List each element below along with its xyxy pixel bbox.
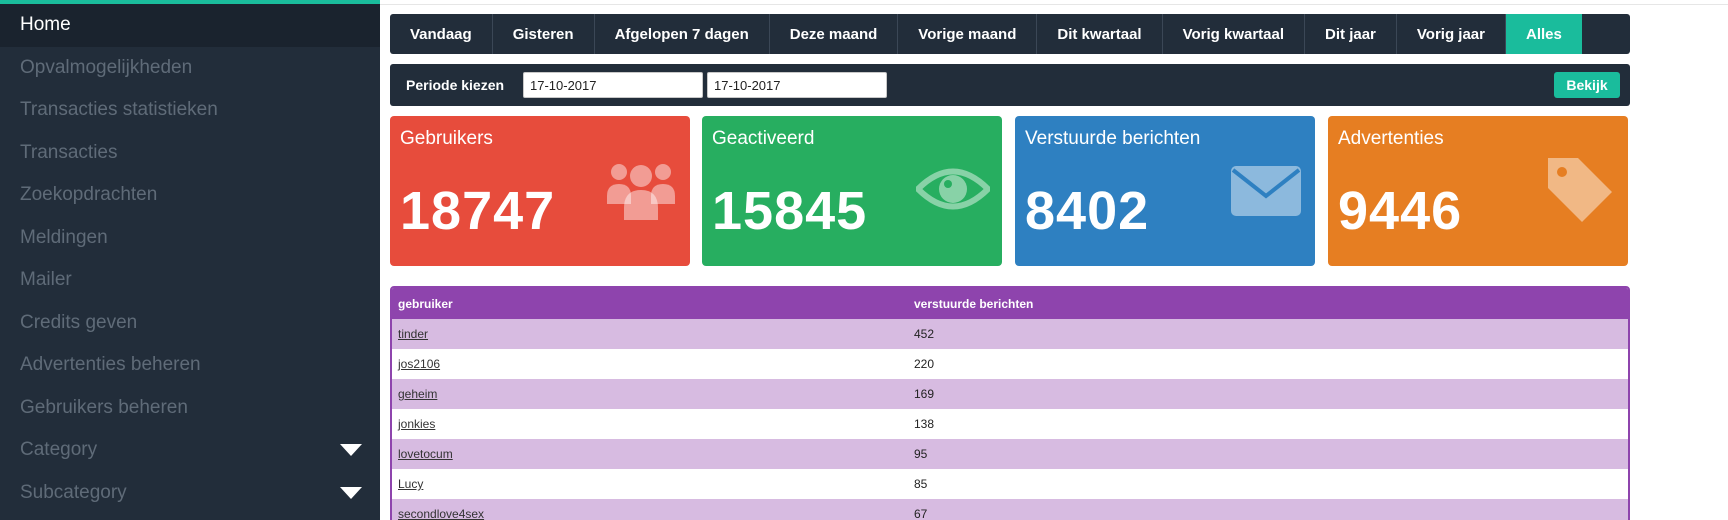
stat-card-gebruikers: Gebruikers 18747 — [390, 116, 690, 266]
top-divider — [380, 4, 1728, 5]
tab-afgelopen-7-dagen[interactable]: Afgelopen 7 dagen — [595, 14, 770, 54]
sidebar-item-mailer[interactable]: Mailer — [0, 259, 380, 302]
column-header-gebruiker: gebruiker — [398, 296, 453, 311]
eye-icon — [916, 168, 990, 210]
sidebar-item-home[interactable]: Home — [0, 4, 380, 47]
user-link[interactable]: jos2106 — [398, 357, 440, 371]
sidebar-item-label: Credits geven — [20, 311, 138, 333]
sidebar-item-label: Zoekopdrachten — [20, 184, 158, 206]
sidebar-item-category[interactable]: Category — [0, 429, 380, 472]
card-title: Verstuurde berichten — [1025, 128, 1201, 149]
table-row: tinder 452 — [392, 319, 1628, 349]
user-link[interactable]: lovetocum — [398, 447, 453, 461]
sidebar-item-label: Home — [20, 14, 71, 36]
table-row: jonkies 138 — [392, 409, 1628, 439]
stat-cards: Gebruikers 18747 Geactiveerd 15845 Verst… — [390, 116, 1630, 266]
tab-vorig-kwartaal[interactable]: Vorig kwartaal — [1163, 14, 1306, 54]
table-cell: 138 — [914, 417, 935, 431]
sidebar-item-label: Transacties statistieken — [20, 99, 218, 121]
sidebar-item-opvalmogelijkheden[interactable]: Opvalmogelijkheden — [0, 47, 380, 90]
tab-dit-jaar[interactable]: Dit jaar — [1305, 14, 1397, 54]
tab-gisteren[interactable]: Gisteren — [493, 14, 595, 54]
card-value: 15845 — [712, 181, 868, 241]
card-value: 18747 — [400, 181, 556, 241]
table-cell: jos2106 — [392, 357, 914, 371]
sidebar-item-label: Transacties — [20, 141, 118, 163]
table-cell: 85 — [914, 477, 928, 491]
table-row: Lucy 85 — [392, 469, 1628, 499]
table-cell: Lucy — [392, 477, 914, 491]
tab-vorige-maand[interactable]: Vorige maand — [898, 14, 1038, 54]
stat-card-geactiveerd: Geactiveerd 15845 — [702, 116, 1002, 266]
user-link[interactable]: geheim — [398, 387, 437, 401]
sidebar-item-label: Gebruikers beheren — [20, 396, 188, 418]
sidebar-item-gebruikers-beheren[interactable]: Gebruikers beheren — [0, 387, 380, 430]
table-cell: lovetocum — [392, 447, 914, 461]
table-cell: 67 — [914, 507, 928, 520]
bekijk-button[interactable]: Bekijk — [1554, 72, 1620, 98]
tab-dit-kwartaal[interactable]: Dit kwartaal — [1037, 14, 1163, 54]
sidebar-item-label: Meldingen — [20, 226, 108, 248]
card-value: 9446 — [1338, 181, 1463, 241]
period-label: Periode kiezen — [406, 77, 505, 93]
date-range-tabs: Vandaag Gisteren Afgelopen 7 dagen Deze … — [390, 14, 1630, 54]
date-to-input[interactable] — [707, 72, 887, 98]
table-cell: geheim — [392, 387, 914, 401]
user-link[interactable]: Lucy — [398, 477, 423, 491]
caret-down-icon — [340, 444, 362, 457]
table-cell: 95 — [914, 447, 928, 461]
user-link[interactable]: tinder — [398, 327, 428, 341]
table-row: geheim 169 — [392, 379, 1628, 409]
sidebar-item-transacties-statistieken[interactable]: Transacties statistieken — [0, 89, 380, 132]
table-cell: secondlove4sex — [392, 507, 914, 520]
stat-card-advertenties: Advertenties 9446 — [1328, 116, 1628, 266]
table-cell: 452 — [914, 327, 935, 341]
table-cell: tinder — [392, 327, 914, 341]
period-picker: Periode kiezen Bekijk — [390, 64, 1630, 106]
envelope-icon — [1231, 166, 1301, 216]
users-icon — [607, 164, 675, 220]
tab-vorig-jaar[interactable]: Vorig jaar — [1397, 14, 1506, 54]
card-title: Geactiveerd — [712, 128, 815, 149]
card-title: Advertenties — [1338, 128, 1444, 149]
user-link[interactable]: jonkies — [398, 417, 435, 431]
tab-alles[interactable]: Alles — [1505, 14, 1582, 54]
sidebar-item-label: Mailer — [20, 269, 72, 291]
sidebar-item-advertenties-beheren[interactable]: Advertenties beheren — [0, 344, 380, 387]
table-row: secondlove4sex 67 — [392, 499, 1628, 520]
caret-down-icon — [340, 486, 362, 499]
stat-card-verstuurde-berichten: Verstuurde berichten 8402 — [1015, 116, 1315, 266]
sidebar-item-label: Advertenties beheren — [20, 354, 201, 376]
sidebar-item-transacties[interactable]: Transacties — [0, 132, 380, 175]
card-title: Gebruikers — [400, 128, 493, 149]
users-messages-table: gebruiker verstuurde berichten tinder 45… — [390, 286, 1630, 520]
tag-icon — [1548, 158, 1612, 222]
sidebar-item-label: Opvalmogelijkheden — [20, 56, 193, 78]
table-cell: 220 — [914, 357, 935, 371]
tab-deze-maand[interactable]: Deze maand — [770, 14, 899, 54]
sidebar-item-label: Category — [20, 439, 98, 461]
sidebar: Home Opvalmogelijkheden Transacties stat… — [0, 0, 380, 520]
user-link[interactable]: secondlove4sex — [398, 507, 484, 520]
sidebar-item-meldingen[interactable]: Meldingen — [0, 217, 380, 260]
sidebar-item-zoekopdrachten[interactable]: Zoekopdrachten — [0, 174, 380, 217]
sidebar-item-subcategory[interactable]: Subcategory — [0, 472, 380, 515]
sidebar-item-credits-geven[interactable]: Credits geven — [0, 302, 380, 345]
table-row: lovetocum 95 — [392, 439, 1628, 469]
tab-vandaag[interactable]: Vandaag — [390, 14, 493, 54]
table-row: jos2106 220 — [392, 349, 1628, 379]
sidebar-item-label: Subcategory — [20, 481, 127, 503]
card-value: 8402 — [1025, 181, 1150, 241]
date-from-input[interactable] — [523, 72, 703, 98]
column-header-verstuurde-berichten: verstuurde berichten — [914, 296, 1034, 311]
table-cell: jonkies — [392, 417, 914, 431]
table-header-row: gebruiker verstuurde berichten — [392, 288, 1628, 319]
table-cell: 169 — [914, 387, 935, 401]
